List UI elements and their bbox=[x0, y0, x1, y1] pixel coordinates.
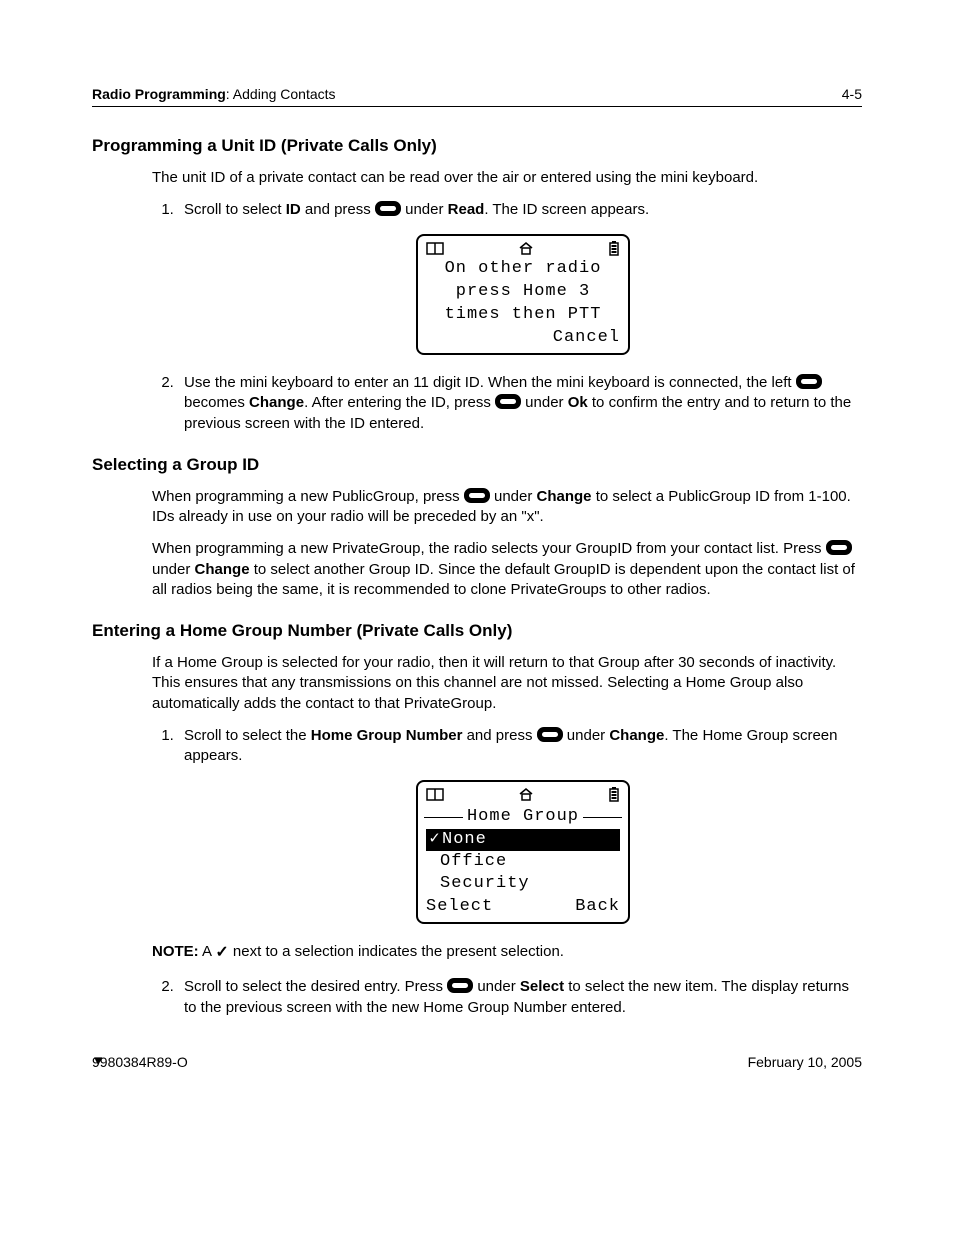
check-icon: ✓ bbox=[428, 829, 442, 851]
text: and press bbox=[462, 727, 536, 744]
text: Scroll to select the bbox=[184, 727, 311, 744]
text: . The ID screen appears. bbox=[484, 201, 649, 218]
text: next to a selection indicates the presen… bbox=[229, 943, 564, 960]
text: and press bbox=[301, 201, 375, 218]
check-icon: ✓ bbox=[215, 942, 228, 964]
rule-icon bbox=[424, 817, 463, 818]
home-icon bbox=[518, 787, 534, 801]
footer-docnum: 9980384R89-O bbox=[92, 1053, 188, 1072]
lcd-line: On other radio bbox=[424, 258, 622, 281]
book-icon bbox=[426, 787, 444, 801]
softkey-icon bbox=[447, 978, 473, 993]
header-breadcrumb: Radio Programming: Adding Contacts bbox=[92, 85, 336, 104]
page: Radio Programming: Adding Contacts 4-5 P… bbox=[92, 0, 862, 1092]
text-bold: Change bbox=[195, 561, 250, 578]
page-header: Radio Programming: Adding Contacts 4-5 bbox=[92, 85, 862, 107]
lcd-softkeys: Cancel bbox=[424, 327, 622, 349]
lcd-screen-home-group: Home Group ✓None Office Security ▼ Selec… bbox=[416, 780, 630, 923]
text: under bbox=[401, 201, 448, 218]
text-bold: Read bbox=[448, 201, 485, 218]
text: under bbox=[152, 561, 195, 578]
group-id-p2: When programming a new PrivateGroup, the… bbox=[152, 539, 862, 600]
lcd-list-item: Security bbox=[424, 873, 622, 895]
text-bold: ID bbox=[286, 201, 301, 218]
lcd-list-item-selected: ✓None bbox=[426, 829, 620, 851]
text: under bbox=[490, 488, 537, 505]
text: under bbox=[473, 978, 520, 995]
header-page-number: 4-5 bbox=[842, 85, 862, 104]
home-group-step-2: Scroll to select the desired entry. Pres… bbox=[178, 977, 862, 1018]
softkey-icon bbox=[826, 540, 852, 555]
home-group-steps: Scroll to select the Home Group Number a… bbox=[92, 726, 862, 924]
header-section-bold: Radio Programming bbox=[92, 86, 226, 102]
home-group-intro: If a Home Group is selected for your rad… bbox=[152, 653, 862, 714]
note-label: NOTE: bbox=[152, 943, 199, 960]
softkey-icon bbox=[537, 727, 563, 742]
header-section-rest: : Adding Contacts bbox=[226, 86, 336, 102]
text: Scroll to select bbox=[184, 201, 286, 218]
text-bold: Change bbox=[609, 727, 664, 744]
text: A bbox=[199, 943, 216, 960]
text-bold: Change bbox=[537, 488, 592, 505]
text: Scroll to select the desired entry. Pres… bbox=[184, 978, 447, 995]
lcd-item-label: Security bbox=[440, 873, 530, 895]
home-group-body: If a Home Group is selected for your rad… bbox=[152, 653, 862, 714]
lcd-item-label: Office bbox=[440, 851, 507, 873]
lcd-screen-id: On other radio press Home 3 times then P… bbox=[416, 234, 630, 355]
lcd-line: times then PTT bbox=[424, 304, 622, 327]
note: NOTE: A ✓ next to a selection indicates … bbox=[152, 942, 862, 964]
unit-id-step-1: Scroll to select ID and press under Read… bbox=[178, 200, 862, 355]
lcd-title: Home Group bbox=[467, 806, 579, 829]
text-bold: Select bbox=[520, 978, 564, 995]
lcd-soft-right: Back bbox=[575, 896, 620, 918]
text: becomes bbox=[184, 394, 249, 411]
group-id-p1: When programming a new PublicGroup, pres… bbox=[152, 487, 862, 528]
rule-icon bbox=[583, 817, 622, 818]
heading-home-group: Entering a Home Group Number (Private Ca… bbox=[92, 620, 862, 643]
text-bold: Change bbox=[249, 394, 304, 411]
lcd-list-item: Office bbox=[424, 851, 622, 873]
home-group-step-1: Scroll to select the Home Group Number a… bbox=[178, 726, 862, 924]
footer-date: February 10, 2005 bbox=[748, 1053, 862, 1072]
text: under bbox=[563, 727, 610, 744]
text: When programming a new PublicGroup, pres… bbox=[152, 488, 464, 505]
text: When programming a new PrivateGroup, the… bbox=[152, 540, 826, 557]
lcd-softkeys: Select Back bbox=[424, 896, 622, 918]
text-bold: Home Group Number bbox=[311, 727, 463, 744]
text: under bbox=[521, 394, 568, 411]
unit-id-steps: Scroll to select ID and press under Read… bbox=[92, 200, 862, 434]
text: to select another Group ID. Since the de… bbox=[152, 561, 855, 598]
softkey-icon bbox=[495, 394, 521, 409]
lcd-soft-right: Cancel bbox=[553, 327, 620, 349]
text: . After entering the ID, press bbox=[304, 394, 495, 411]
heading-unit-id: Programming a Unit ID (Private Calls Onl… bbox=[92, 135, 862, 158]
home-icon bbox=[518, 241, 534, 255]
unit-id-step-2: Use the mini keyboard to enter an 11 dig… bbox=[178, 373, 862, 434]
lcd-item-label: None bbox=[442, 829, 487, 851]
text: Use the mini keyboard to enter an 11 dig… bbox=[184, 374, 796, 391]
battery-icon bbox=[608, 786, 620, 802]
unit-id-body: The unit ID of a private contact can be … bbox=[152, 168, 862, 188]
lcd-status-bar bbox=[424, 240, 622, 258]
lcd-title-row: Home Group bbox=[424, 806, 622, 829]
softkey-icon bbox=[464, 488, 490, 503]
lcd-status-bar bbox=[424, 786, 622, 804]
home-group-steps-cont: Scroll to select the desired entry. Pres… bbox=[92, 977, 862, 1018]
battery-icon bbox=[608, 240, 620, 256]
unit-id-intro: The unit ID of a private contact can be … bbox=[152, 168, 862, 188]
softkey-icon bbox=[796, 374, 822, 389]
lcd-soft-left: Select bbox=[426, 896, 493, 918]
book-icon bbox=[426, 241, 444, 255]
text-bold: Ok bbox=[568, 394, 588, 411]
page-footer: 9980384R89-O February 10, 2005 bbox=[92, 1053, 862, 1072]
lcd-line: press Home 3 bbox=[424, 281, 622, 304]
softkey-icon bbox=[375, 201, 401, 216]
group-id-body: When programming a new PublicGroup, pres… bbox=[152, 487, 862, 600]
heading-group-id: Selecting a Group ID bbox=[92, 454, 862, 477]
